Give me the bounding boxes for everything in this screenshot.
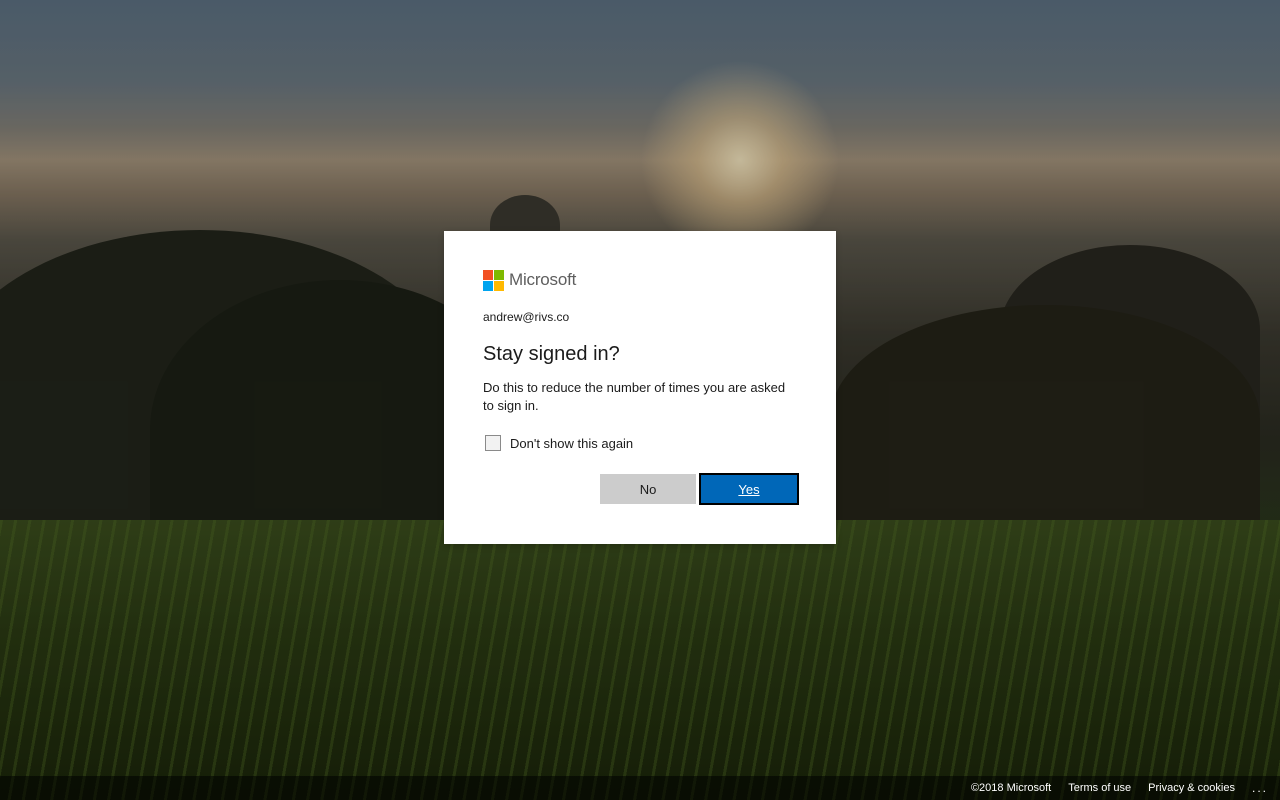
account-identity: andrew@rivs.co [483,310,570,324]
no-button[interactable]: No [600,474,696,504]
dont-show-again-row[interactable]: Don't show this again [483,435,797,451]
privacy-cookies-link[interactable]: Privacy & cookies [1148,782,1235,794]
dialog-title: Stay signed in? [483,343,620,365]
brand-name: Microsoft [509,270,577,289]
terms-of-use-link[interactable]: Terms of use [1068,782,1131,794]
dont-show-again-checkbox[interactable] [485,435,501,451]
page-footer: ©2018 Microsoft Terms of use Privacy & c… [0,776,1280,800]
yes-button[interactable]: Yes [699,473,799,505]
dialog-description: Do this to reduce the number of times yo… [483,380,786,413]
copyright-text: ©2018 Microsoft [970,782,1052,794]
more-options-icon[interactable]: ... [1252,781,1268,795]
dialog-buttons: No Yes [600,473,799,505]
dont-show-again-label[interactable]: Don't show this again [510,436,633,451]
microsoft-brand: Microsoft [483,269,797,291]
sign-in-dialog: Microsoft andrew@rivs.co Stay signed in?… [444,231,836,544]
microsoft-logo-icon [483,269,504,291]
